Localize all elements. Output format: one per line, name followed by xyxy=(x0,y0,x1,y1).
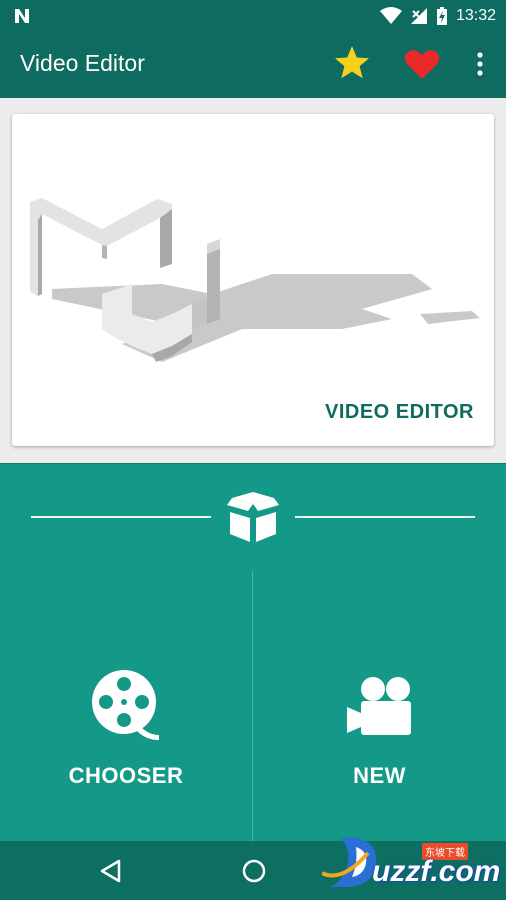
divider-line-right xyxy=(295,516,475,518)
banner-card: VIDEO EDITOR xyxy=(12,114,494,446)
new-tile[interactable]: NEW xyxy=(253,571,506,841)
film-reel-icon xyxy=(92,670,159,740)
watermark-text: uzzf.com xyxy=(372,855,501,888)
app-title: Video Editor xyxy=(20,50,145,76)
divider-line-left xyxy=(31,516,211,518)
chooser-tile[interactable]: CHOOSER xyxy=(0,571,253,841)
clock: 13:32 xyxy=(455,7,496,24)
star-icon[interactable] xyxy=(333,44,371,82)
signal-icon xyxy=(410,8,427,24)
home-icon[interactable] xyxy=(239,856,269,886)
new-label: NEW xyxy=(353,763,406,788)
video-camera-icon xyxy=(346,677,411,735)
heart-icon[interactable] xyxy=(404,48,440,80)
section-divider xyxy=(0,463,506,572)
app-bar: Video Editor xyxy=(0,32,506,98)
chooser-label: CHOOSER xyxy=(68,763,184,788)
wifi-icon xyxy=(379,7,402,24)
open-box-icon xyxy=(227,492,279,542)
more-options-icon[interactable] xyxy=(470,50,490,78)
status-bar: 13:32 xyxy=(0,0,506,32)
banner-caption: VIDEO EDITOR xyxy=(325,401,474,423)
watermark: 东坡下载 uzzf.com xyxy=(312,833,502,893)
notification-n-icon xyxy=(15,9,29,23)
battery-charging-icon xyxy=(436,7,447,25)
banner-illustration xyxy=(30,198,480,362)
back-icon[interactable] xyxy=(96,856,126,886)
